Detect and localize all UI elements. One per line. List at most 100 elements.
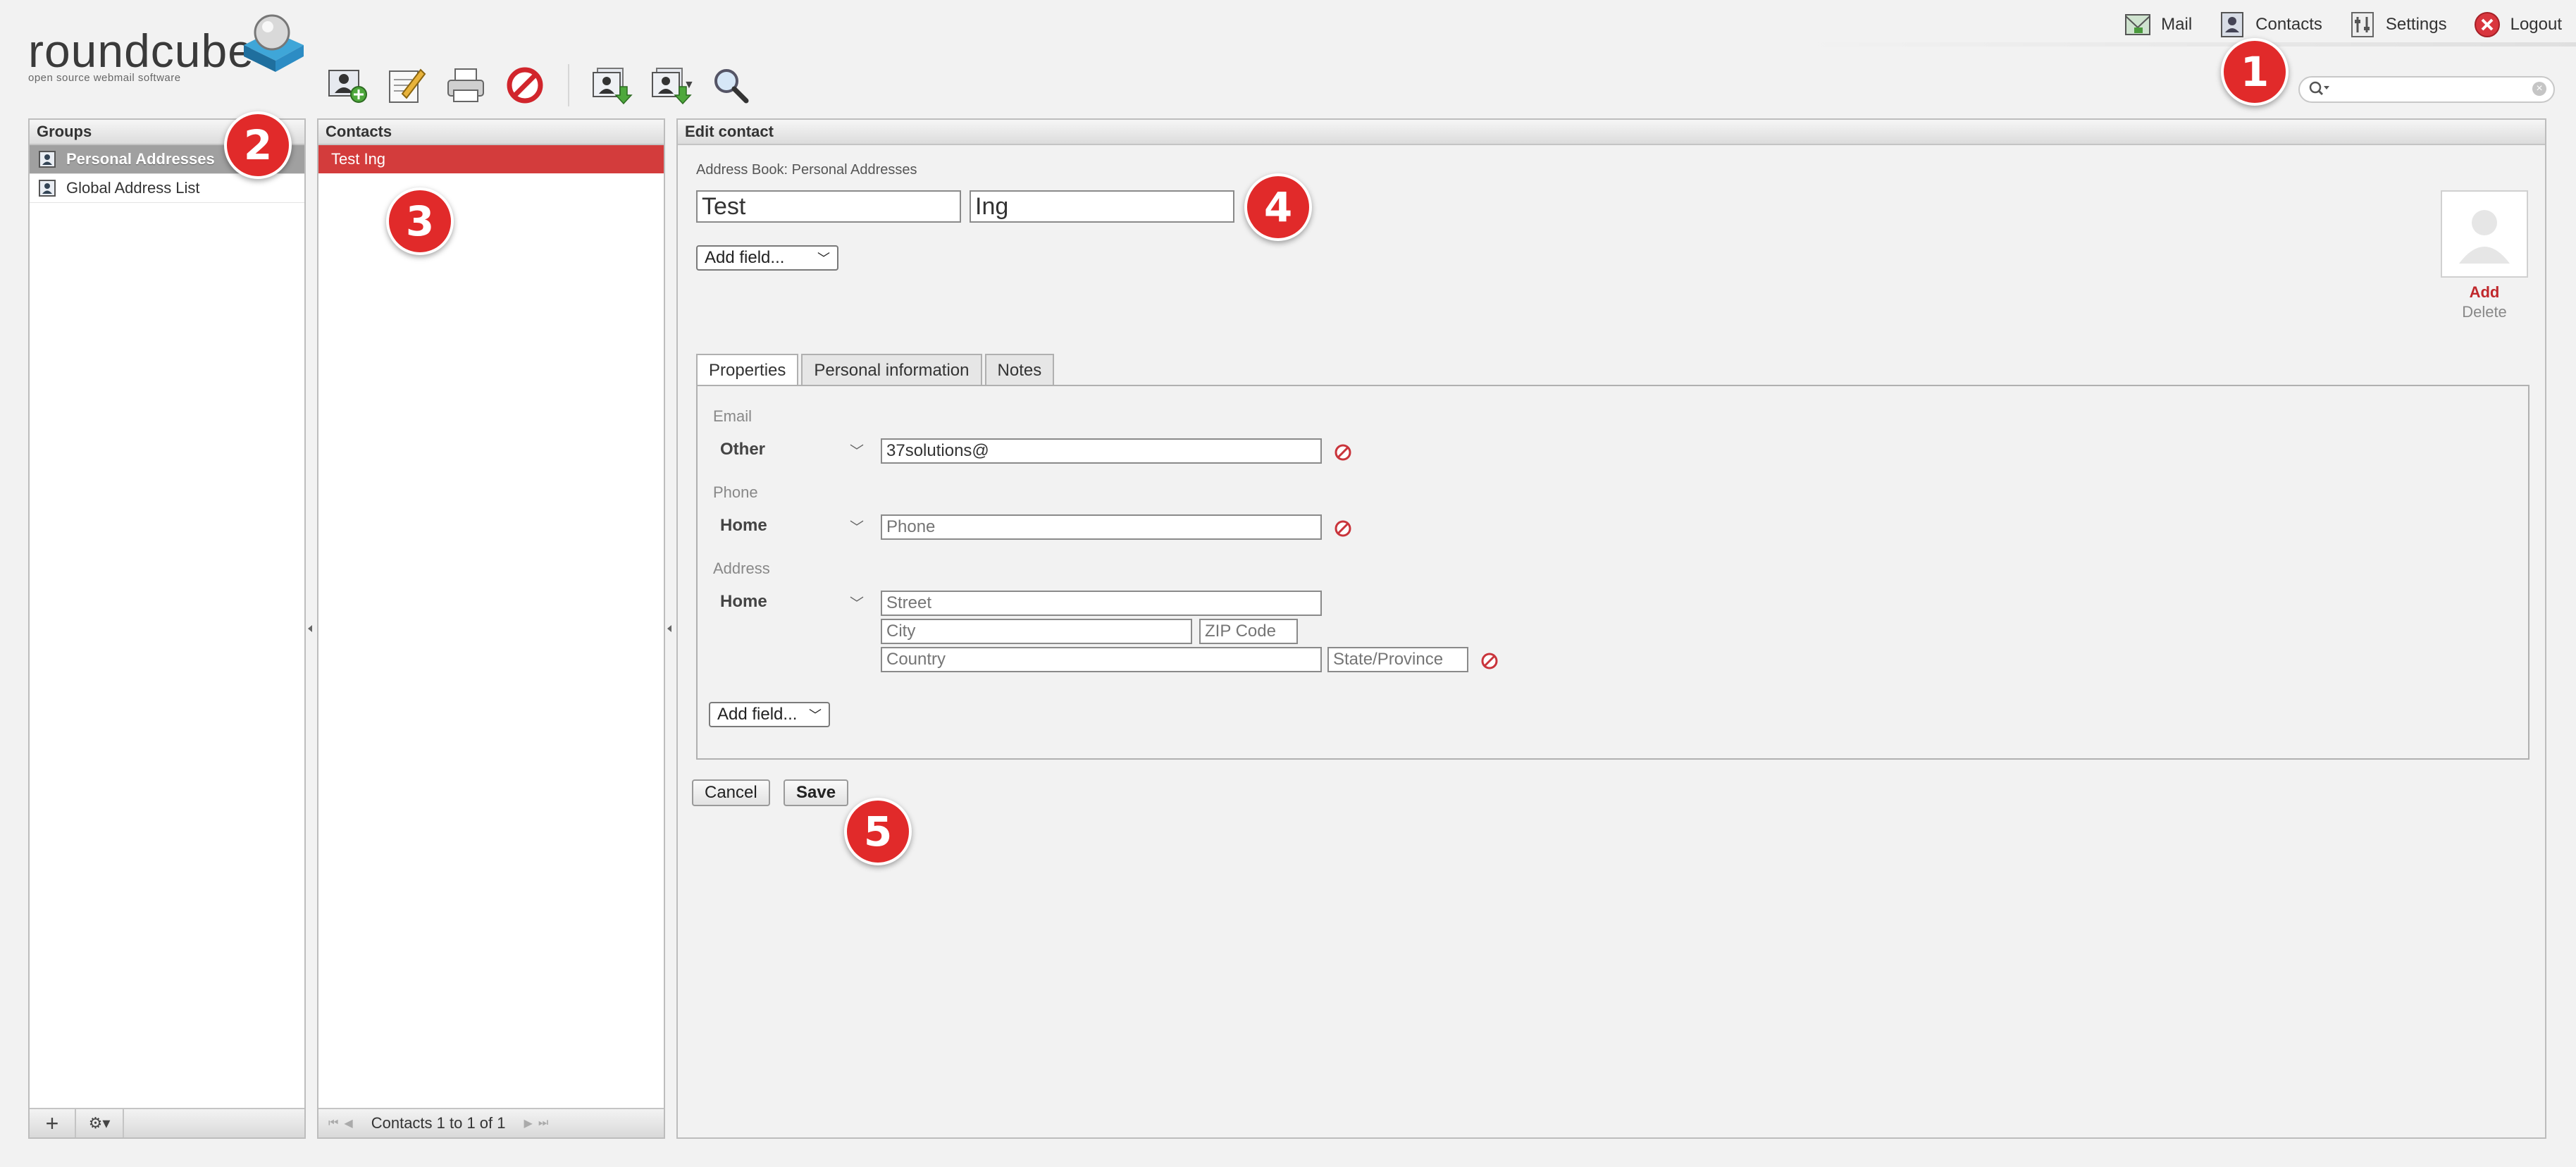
tab-personal-information[interactable]: Personal information	[801, 354, 982, 386]
marker-4: 4	[1244, 173, 1312, 241]
settings-icon	[2349, 11, 2376, 38]
chevron-down-icon[interactable]: ﹀	[850, 592, 864, 612]
nav-logout-label: Logout	[2510, 15, 2562, 34]
import-icon	[593, 68, 633, 105]
add-field-select[interactable]: Add field... ﹀	[696, 245, 838, 271]
add-field-select-value: Add field...	[705, 248, 785, 267]
delete-phone-icon[interactable]	[1335, 520, 1351, 537]
add-field-select-value: Add field...	[717, 705, 798, 724]
export-dropdown-arrow-icon[interactable]: ▼	[683, 79, 695, 92]
contacts-pager: ⏮ ◀ Contacts 1 to 1 of 1 ▶ ⏭	[328, 1109, 548, 1137]
contacts-header: Contacts	[318, 120, 664, 145]
cancel-button[interactable]: Cancel	[692, 779, 770, 806]
delete-email-icon[interactable]	[1335, 444, 1351, 461]
country-input[interactable]	[881, 647, 1322, 672]
cube-logo-icon	[244, 14, 304, 72]
add-contact-icon	[328, 70, 367, 103]
email-section-label: Email	[713, 407, 753, 425]
street-input[interactable]	[881, 591, 1322, 616]
print-icon	[447, 68, 484, 102]
delete-address-icon[interactable]	[1481, 653, 1498, 669]
contacts-footer: ⏮ ◀ Contacts 1 to 1 of 1 ▶ ⏭	[318, 1108, 664, 1137]
groups-footer: + ⚙▾	[30, 1108, 304, 1137]
logout-icon	[2474, 11, 2501, 38]
roundcube-logo: roundcube open source webmail software	[25, 10, 307, 84]
search-clear-icon[interactable]: ×	[2532, 82, 2546, 96]
delete-button[interactable]	[502, 62, 548, 109]
group-label: Global Address List	[66, 179, 200, 197]
email-input[interactable]	[881, 438, 1322, 464]
toolbar-separator	[568, 64, 569, 106]
import-button[interactable]	[588, 62, 634, 109]
logo-text: roundcube	[28, 25, 254, 77]
add-group-button[interactable]: +	[30, 1109, 76, 1137]
logo-tagline: open source webmail software	[28, 72, 181, 84]
nav-contacts-label: Contacts	[2255, 15, 2322, 34]
contact-photo	[2441, 190, 2528, 278]
first-name-input[interactable]	[696, 190, 961, 223]
mail-icon	[2124, 11, 2151, 38]
marker-2: 2	[224, 111, 292, 179]
toolbar: ▼	[324, 62, 767, 109]
contact-item-test-ing[interactable]: Test Ing	[318, 145, 664, 173]
edit-contact-panel: Edit contact Address Book: Personal Addr…	[676, 118, 2546, 1139]
properties-tab-body: Email Other ﹀ Phone Home ﹀ Address Home …	[696, 385, 2529, 760]
nav-settings-label: Settings	[2385, 15, 2447, 34]
delete-icon	[507, 67, 543, 104]
nav-contacts[interactable]: Contacts	[2219, 11, 2322, 38]
tab-properties[interactable]: Properties	[696, 354, 799, 388]
add-contact-button[interactable]	[324, 62, 371, 109]
print-button[interactable]	[442, 62, 489, 109]
splitter-handle-icon[interactable]	[308, 624, 312, 634]
photo-delete-link[interactable]: Delete	[2441, 303, 2528, 321]
photo-add-link[interactable]: Add	[2441, 283, 2528, 302]
topbar-divider	[1797, 42, 2576, 47]
address-type-select[interactable]: Home	[720, 592, 767, 612]
marker-1: 1	[2221, 38, 2289, 106]
email-type-select[interactable]: Other	[720, 440, 765, 459]
nav-mail-label: Mail	[2161, 15, 2193, 34]
address-book-icon	[39, 151, 56, 168]
first-page-icon[interactable]: ⏮	[328, 1117, 338, 1130]
prev-page-icon[interactable]: ◀	[344, 1116, 352, 1130]
nav-settings[interactable]: Settings	[2349, 11, 2447, 38]
top-navigation: Mail Contacts Settings Logout	[2124, 7, 2562, 42]
state-input[interactable]	[1327, 647, 1468, 672]
quick-search[interactable]: ×	[2298, 76, 2555, 103]
chevron-down-icon[interactable]: ﹀	[850, 440, 864, 460]
chevron-down-icon[interactable]: ﹀	[850, 516, 864, 536]
marker-5: 5	[844, 798, 912, 865]
nav-mail[interactable]: Mail	[2124, 11, 2192, 38]
compose-button[interactable]	[383, 62, 430, 109]
phone-input[interactable]	[881, 514, 1322, 540]
chevron-down-icon: ﹀	[817, 252, 830, 266]
next-page-icon[interactable]: ▶	[524, 1116, 533, 1130]
phone-section-label: Phone	[713, 483, 758, 501]
contacts-icon	[2219, 11, 2246, 38]
groups-panel: Groups Personal Addresses Global Address…	[28, 118, 306, 1139]
compose-icon	[389, 68, 426, 103]
group-options-gear-icon[interactable]: ⚙▾	[76, 1109, 124, 1137]
pager-text: Contacts 1 to 1 of 1	[371, 1114, 506, 1132]
last-name-input[interactable]	[970, 190, 1234, 223]
phone-type-select[interactable]: Home	[720, 516, 767, 536]
avatar-placeholder-icon	[2459, 210, 2510, 264]
address-book-icon	[39, 180, 56, 197]
address-section-label: Address	[713, 560, 770, 577]
search-button[interactable]	[707, 62, 754, 109]
splitter-handle-icon[interactable]	[667, 624, 671, 634]
search-icon	[714, 69, 749, 104]
contacts-panel: Contacts Test Ing ⏮ ◀ Contacts 1 to 1 of…	[317, 118, 665, 1139]
chevron-down-icon: ﹀	[809, 708, 822, 722]
last-page-icon[interactable]: ⏭	[538, 1117, 548, 1130]
search-options-icon[interactable]	[2308, 80, 2329, 99]
zip-input[interactable]	[1199, 619, 1298, 644]
nav-logout[interactable]: Logout	[2474, 11, 2562, 38]
address-book-label: Address Book: Personal Addresses	[696, 162, 917, 178]
edit-contact-header: Edit contact	[678, 120, 2545, 145]
tab-notes[interactable]: Notes	[984, 354, 1055, 386]
contact-tabs: Properties Personal information Notes	[696, 354, 1057, 388]
add-field-select-properties[interactable]: Add field... ﹀	[709, 702, 830, 727]
city-input[interactable]	[881, 619, 1192, 644]
save-button[interactable]: Save	[784, 779, 849, 806]
